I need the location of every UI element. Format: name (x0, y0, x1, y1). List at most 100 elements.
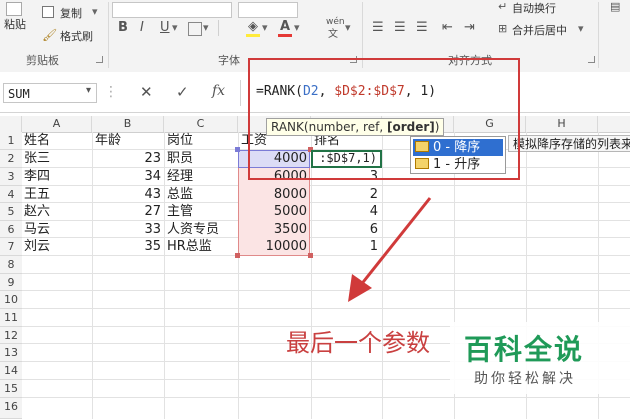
formula-bar-grip-icon: ⋮ (104, 84, 118, 100)
underline-button[interactable]: U (160, 20, 170, 36)
enter-icon[interactable]: ✓ (176, 83, 189, 101)
grid-line (22, 255, 630, 256)
number-format-icon[interactable]: ▤ (610, 0, 620, 13)
cancel-icon[interactable]: ✕ (140, 83, 153, 101)
increase-indent-icon[interactable]: ⇥ (464, 20, 475, 36)
borders-icon[interactable] (188, 22, 202, 36)
underline-dropdown-icon[interactable]: ▾ (172, 21, 178, 34)
font-group-label: 字体 (218, 54, 240, 67)
row-header[interactable]: 12 (0, 327, 22, 344)
cell-salary[interactable]: 10000 (238, 238, 307, 255)
grid-line (164, 132, 165, 419)
cell-c1[interactable]: 岗位 (167, 132, 193, 149)
cell-a1[interactable]: 姓名 (24, 132, 50, 149)
row-header[interactable]: 5 (0, 203, 22, 221)
cell-post[interactable]: HR总监 (167, 238, 212, 255)
cell-age[interactable]: 43 (92, 186, 161, 203)
merge-center-button[interactable]: 合并后居中 (512, 22, 567, 38)
cell-post[interactable]: 人资专员 (167, 221, 219, 238)
cell-name[interactable]: 张三 (24, 150, 50, 167)
cell-age[interactable]: 27 (92, 203, 161, 220)
row-header[interactable]: 1 (0, 132, 22, 150)
cell-name[interactable]: 马云 (24, 221, 50, 238)
insert-function-button[interactable]: fx (212, 83, 225, 99)
clipboard-launcher-icon[interactable] (96, 56, 103, 63)
formula-bar-divider (240, 80, 241, 106)
row-header[interactable]: 7 (0, 238, 22, 256)
name-box[interactable]: SUM (3, 83, 97, 103)
row-header[interactable]: 2 (0, 150, 22, 168)
clipboard-group-label: 剪贴板 (26, 54, 59, 67)
format-painter-icon: 🖌 (42, 28, 58, 42)
select-all-corner[interactable] (0, 116, 22, 132)
borders-dropdown-icon[interactable]: ▾ (203, 21, 209, 34)
align-center-icon[interactable]: ☰ (394, 20, 406, 36)
annotation-arrow-icon (348, 197, 432, 302)
paste-button[interactable]: 粘贴 (4, 16, 26, 32)
watermark-sub: 助你轻松解决 (474, 371, 576, 387)
column-header-h[interactable]: H (526, 116, 598, 132)
column-header-a[interactable]: A (22, 116, 92, 132)
cell-age[interactable]: 23 (92, 150, 161, 167)
cell-salary[interactable]: 3500 (238, 221, 307, 238)
format-painter-button[interactable]: 格式刷 (60, 28, 93, 44)
ribbon-separator (218, 20, 219, 36)
cell-age[interactable]: 33 (92, 221, 161, 238)
decrease-indent-icon[interactable]: ⇤ (442, 20, 453, 36)
column-header-i[interactable] (598, 116, 630, 132)
name-box-dropdown-icon[interactable]: ▾ (86, 85, 91, 96)
wrap-text-button[interactable]: 自动换行 (512, 0, 556, 16)
align-right-icon[interactable]: ☰ (416, 20, 428, 36)
cell-name[interactable]: 刘云 (24, 238, 50, 255)
row-header[interactable]: 15 (0, 380, 22, 398)
row-header[interactable]: 8 (0, 256, 22, 274)
row-header[interactable]: 9 (0, 274, 22, 291)
fill-dropdown-icon[interactable]: ▾ (262, 21, 268, 34)
grid-line (22, 273, 630, 274)
cell-name[interactable]: 李四 (24, 168, 50, 185)
font-color-dropdown-icon[interactable]: ▾ (294, 21, 300, 34)
font-name-box[interactable] (112, 2, 232, 18)
row-header[interactable]: 14 (0, 362, 22, 380)
cell-name[interactable]: 王五 (24, 186, 50, 203)
row-header[interactable]: 3 (0, 168, 22, 186)
row-header[interactable]: 11 (0, 309, 22, 327)
alignment-launcher-icon[interactable] (588, 56, 595, 63)
align-left-icon[interactable]: ☰ (372, 20, 384, 36)
cell-age[interactable]: 34 (92, 168, 161, 185)
cell-age[interactable]: 35 (92, 238, 161, 255)
font-color-swatch (278, 34, 292, 37)
cell-b1[interactable]: 年龄 (95, 132, 121, 149)
grid-line (22, 290, 630, 291)
cell-post[interactable]: 职员 (167, 150, 193, 167)
paste-icon (6, 2, 22, 16)
row-header[interactable]: 16 (0, 398, 22, 419)
merge-dropdown-icon[interactable]: ▾ (578, 22, 584, 35)
watermark-logo: 百科全说 助你轻松解决 (450, 322, 630, 394)
font-color-icon[interactable]: A (280, 19, 290, 35)
highlight-box (248, 58, 520, 180)
row-header[interactable]: 4 (0, 186, 22, 203)
annotation-text: 最后一个参数 (286, 329, 430, 357)
row-header[interactable]: 10 (0, 291, 22, 309)
column-header-c[interactable]: C (164, 116, 238, 132)
fill-color-swatch (246, 34, 260, 37)
row-header[interactable]: 13 (0, 344, 22, 362)
column-header-b[interactable]: B (92, 116, 164, 132)
copy-dropdown-icon[interactable]: ▾ (92, 5, 98, 18)
phonetic-dropdown-icon[interactable]: ▾ (345, 21, 351, 34)
italic-button[interactable]: I (140, 20, 144, 36)
copy-icon (42, 6, 54, 18)
grid-line (22, 308, 630, 309)
cell-post[interactable]: 总监 (167, 186, 193, 203)
cell-name[interactable]: 赵六 (24, 203, 50, 220)
font-size-box[interactable] (238, 2, 298, 18)
cell-post[interactable]: 经理 (167, 168, 193, 185)
fill-color-icon[interactable]: ◈ (248, 19, 258, 35)
cell-salary[interactable]: 8000 (238, 186, 307, 203)
copy-button[interactable]: 复制 (60, 5, 82, 21)
cell-salary[interactable]: 5000 (238, 203, 307, 220)
cell-post[interactable]: 主管 (167, 203, 193, 220)
bold-button[interactable]: B (118, 20, 128, 36)
row-header[interactable]: 6 (0, 221, 22, 238)
